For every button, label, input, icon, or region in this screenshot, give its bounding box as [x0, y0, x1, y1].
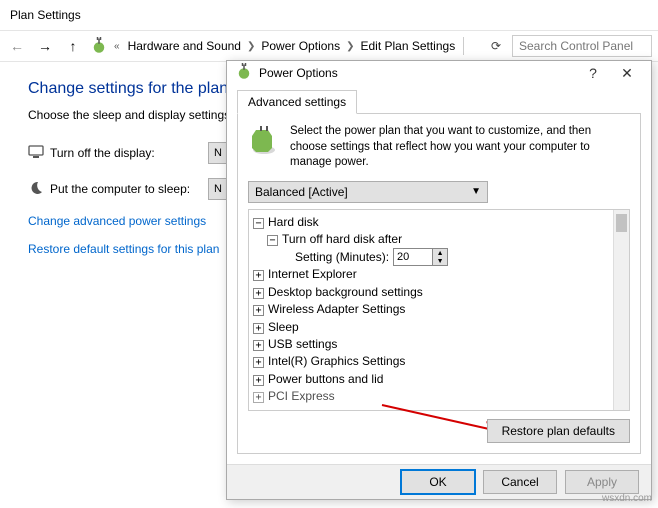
window-title: Plan Settings: [0, 0, 658, 30]
intro-row: Select the power plan that you want to c…: [248, 124, 630, 171]
display-select[interactable]: N: [208, 142, 228, 164]
tree-turn-off-hdd[interactable]: −Turn off hard disk after: [267, 231, 609, 248]
expand-icon[interactable]: +: [253, 323, 264, 334]
sleep-icon: [28, 180, 44, 199]
tree-sleep[interactable]: +Sleep: [253, 319, 609, 336]
separator: [463, 37, 464, 55]
plan-select[interactable]: Balanced [Active] ▼: [248, 181, 488, 203]
nav-forward-icon[interactable]: →: [34, 35, 56, 57]
help-icon[interactable]: ?: [581, 65, 605, 81]
search-input[interactable]: Search Control Panel: [512, 35, 652, 57]
tree-usb[interactable]: +USB settings: [253, 336, 609, 353]
expand-icon[interactable]: +: [253, 375, 264, 386]
dialog-footer: OK Cancel Apply: [227, 464, 651, 499]
sleep-select[interactable]: N: [208, 178, 228, 200]
breadcrumb: Hardware and Sound ❯ Power Options ❯ Edi…: [126, 37, 458, 55]
search-placeholder: Search Control Panel: [519, 39, 633, 53]
tab-strip: Advanced settings: [237, 89, 641, 114]
tree-pci[interactable]: +PCI Express: [253, 388, 609, 405]
refresh-icon[interactable]: ⟳: [486, 36, 506, 56]
breadcrumb-item-edit[interactable]: Edit Plan Settings: [358, 37, 457, 55]
tree-power-buttons[interactable]: +Power buttons and lid: [253, 371, 609, 388]
chevron-double-icon: «: [114, 41, 120, 52]
tree-desktop[interactable]: +Desktop background settings: [253, 284, 609, 301]
collapse-icon[interactable]: −: [267, 235, 278, 246]
display-icon: [28, 144, 44, 163]
minutes-spinner[interactable]: ▲▼: [393, 248, 448, 266]
expand-icon[interactable]: +: [253, 392, 264, 403]
minutes-input[interactable]: [393, 248, 433, 266]
plan-select-value: Balanced [Active]: [255, 185, 348, 199]
tree-wireless[interactable]: +Wireless Adapter Settings: [253, 301, 609, 318]
expand-icon[interactable]: +: [253, 305, 264, 316]
dialog-titlebar: Power Options ? ✕: [227, 61, 651, 85]
tree-ie[interactable]: +Internet Explorer: [253, 266, 609, 283]
watermark: wsxdn.com: [602, 493, 652, 504]
nav-up-icon[interactable]: ↑: [62, 35, 84, 57]
breadcrumb-item-power[interactable]: Power Options: [259, 37, 342, 55]
expand-icon[interactable]: +: [253, 270, 264, 281]
apply-button: Apply: [565, 470, 639, 494]
ok-button[interactable]: OK: [401, 470, 475, 494]
restore-plan-defaults-button[interactable]: Restore plan defaults: [487, 419, 630, 443]
spin-up-icon[interactable]: ▲: [433, 249, 447, 257]
tab-advanced[interactable]: Advanced settings: [237, 90, 357, 114]
expand-icon[interactable]: +: [253, 288, 264, 299]
breadcrumb-item-hardware[interactable]: Hardware and Sound: [126, 37, 243, 55]
cancel-button[interactable]: Cancel: [483, 470, 557, 494]
tree-setting-minutes: Setting (Minutes): ▲▼: [295, 248, 609, 266]
spin-down-icon[interactable]: ▼: [433, 257, 447, 265]
power-options-dialog: Power Options ? ✕ Advanced settings Sele…: [226, 60, 652, 500]
dialog-title: Power Options: [259, 66, 575, 80]
restore-row: Restore plan defaults: [248, 419, 630, 443]
battery-icon: [248, 124, 280, 171]
tree-intel[interactable]: +Intel(R) Graphics Settings: [253, 353, 609, 370]
tab-panel: Select the power plan that you want to c…: [237, 114, 641, 453]
chevron-down-icon: ▼: [471, 186, 481, 197]
chevron-right-icon: ❯: [346, 41, 354, 52]
address-bar: ← → ↑ « Hardware and Sound ❯ Power Optio…: [0, 30, 658, 62]
scrollbar[interactable]: [613, 210, 629, 410]
chevron-right-icon: ❯: [247, 41, 255, 52]
window-title-text: Plan Settings: [10, 8, 81, 22]
collapse-icon[interactable]: −: [253, 218, 264, 229]
intro-text: Select the power plan that you want to c…: [290, 124, 630, 171]
close-icon[interactable]: ✕: [611, 65, 643, 82]
expand-icon[interactable]: +: [253, 340, 264, 351]
expand-icon[interactable]: +: [253, 357, 264, 368]
tree-hard-disk[interactable]: −Hard disk: [253, 214, 609, 231]
power-plan-icon: [90, 37, 108, 55]
settings-tree: −Hard disk −Turn off hard disk after Set…: [248, 209, 630, 411]
display-label: Turn off the display:: [50, 146, 155, 160]
setting-label: Setting (Minutes):: [295, 249, 389, 266]
sleep-label: Put the computer to sleep:: [50, 182, 190, 196]
nav-back-icon: ←: [6, 35, 28, 57]
power-icon: [235, 63, 253, 84]
